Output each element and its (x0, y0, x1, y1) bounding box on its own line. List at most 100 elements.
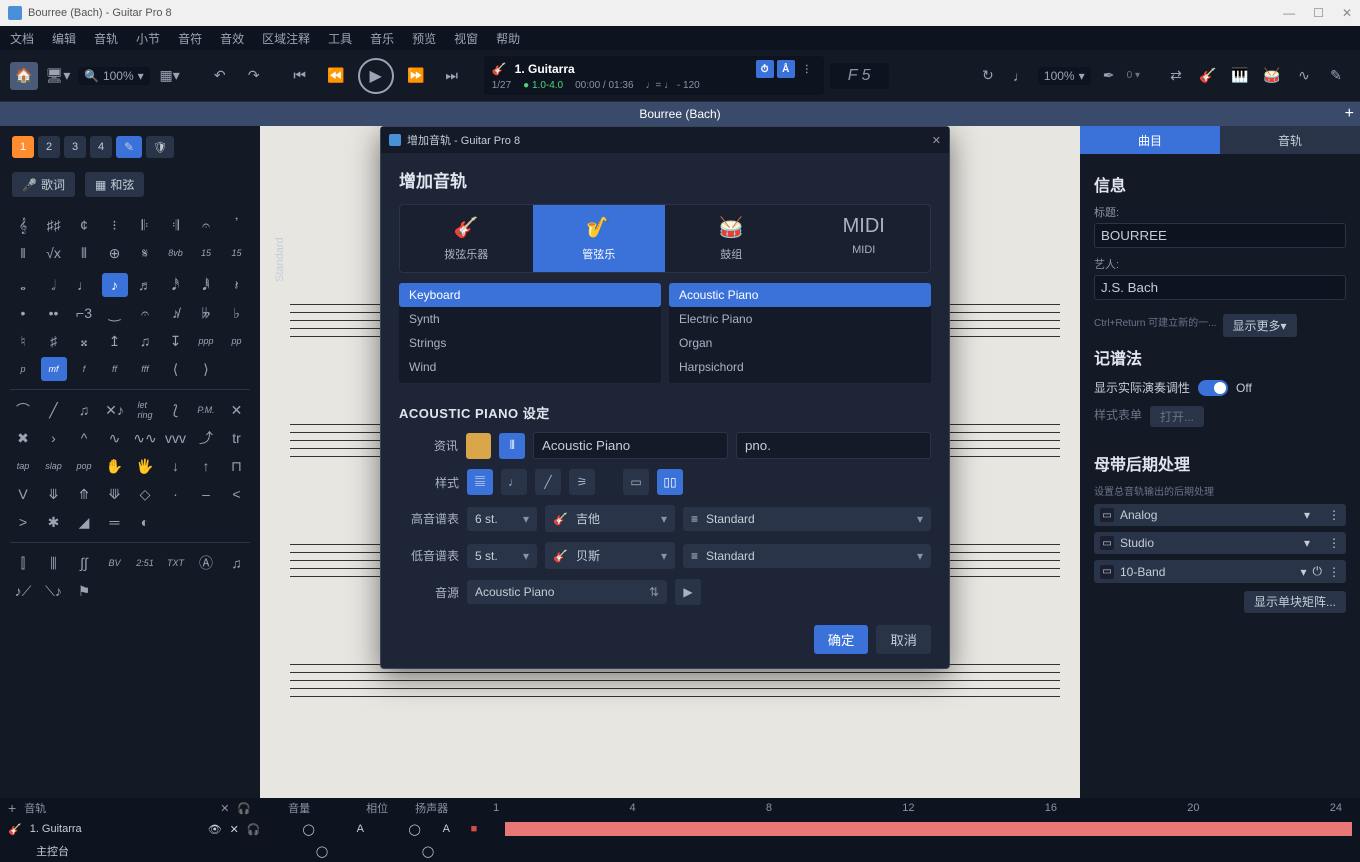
double-flat-icon[interactable]: 𝄫 (193, 301, 219, 325)
tremolo-bar-icon[interactable]: ═ (102, 510, 128, 534)
eighth-note-icon[interactable]: ♪ (102, 273, 128, 297)
txt-icon[interactable]: TXT (163, 551, 189, 575)
arrow-up-icon[interactable]: ↥ (102, 329, 128, 353)
timer-icon[interactable]: ⏱ (756, 60, 774, 78)
arrow-down-icon[interactable]: ↧ (163, 329, 189, 353)
track-name-input[interactable] (533, 432, 728, 459)
sixtyfourth-note-icon[interactable]: 𝅘𝅥𝅱 (193, 273, 219, 297)
style-standard-icon[interactable]: 𝄚 (467, 469, 493, 495)
menu-tools[interactable]: 工具 (328, 30, 352, 47)
whole-note-icon[interactable]: 𝅝 (10, 273, 36, 297)
screen-layout-button[interactable]: 🖥▾ (44, 62, 72, 90)
mode-4[interactable]: 4 (90, 136, 112, 158)
master-row[interactable]: 主控台 ◯ ◯ (0, 840, 1360, 862)
arpeggio-icon[interactable]: ⟅ (163, 398, 189, 422)
solo-icon[interactable]: 🎧 (247, 823, 261, 836)
design-mode-icon[interactable]: ✎ (116, 136, 142, 158)
menu-note[interactable]: 音符 (178, 30, 202, 47)
sharp-icon[interactable]: ♯ (41, 329, 67, 353)
pedal-icon[interactable]: ∫∫ (71, 551, 97, 575)
tap-icon[interactable]: tap (10, 454, 36, 478)
category-list[interactable]: Keyboard Synth Strings Wind (399, 283, 661, 383)
tab-orchestra[interactable]: 🎷管弦乐 (533, 205, 666, 272)
menu-bar[interactable]: 小节 (136, 30, 160, 47)
cat-strings[interactable]: Strings (399, 331, 661, 355)
rest-icon[interactable]: 𝄐 (193, 213, 219, 237)
window-maximize-button[interactable]: ☐ (1313, 6, 1324, 20)
add-tab-button[interactable]: + (1345, 105, 1354, 123)
repeat-close-icon[interactable]: 𝄇 (163, 213, 189, 237)
bend-icon[interactable]: ⤴ (193, 426, 219, 450)
view-grid-button[interactable]: ▦▾ (156, 62, 184, 90)
time-sig-icon[interactable]: ¢ (71, 213, 97, 237)
cresc-icon[interactable]: ⟨ (163, 357, 189, 381)
barre-icon[interactable]: ⫿ (10, 551, 36, 575)
volume-knob[interactable]: ◯ (269, 823, 349, 836)
pop-icon[interactable]: pop (71, 454, 97, 478)
layout-grand-icon[interactable]: ▯▯ (657, 469, 683, 495)
show-matrix-button[interactable]: 显示单块矩阵... (1244, 591, 1346, 613)
metronome-icon[interactable]: Å (777, 60, 795, 78)
menu-view[interactable]: 预览 (412, 30, 436, 47)
track-row-1[interactable]: 🎸 1. Guitarra 👁 ✕ 🎧 ◯ A ◯ A ■ (0, 818, 1360, 840)
brush-down-icon[interactable]: ⤋ (41, 482, 67, 506)
window-minimize-button[interactable]: — (1283, 6, 1295, 20)
fermata-icon[interactable]: 𝄐 (132, 301, 158, 325)
artist-input[interactable] (1094, 275, 1346, 300)
repeat-open-icon[interactable]: 𝄆 (132, 213, 158, 237)
lyrics-button[interactable]: 🎤 歌词 (12, 172, 75, 197)
big-x-icon[interactable]: ✖ (10, 426, 36, 450)
root-icon[interactable]: √x (41, 241, 67, 265)
x-note-icon[interactable]: ✕ (224, 398, 250, 422)
flat-icon[interactable]: ♭ (224, 301, 250, 325)
wah-icon[interactable]: ◐ (132, 510, 158, 534)
chord-letter-icon[interactable]: Ⓐ (193, 551, 219, 575)
menu-effects[interactable]: 音效 (220, 30, 244, 47)
menu-edit[interactable]: 编辑 (52, 30, 76, 47)
menu-sound[interactable]: 音乐 (370, 30, 394, 47)
f-icon[interactable]: f (71, 357, 97, 381)
slap-icon[interactable]: slap (41, 454, 67, 478)
mode-2[interactable]: 2 (38, 136, 60, 158)
rasg-icon[interactable]: ⟱ (102, 482, 128, 506)
chords-button[interactable]: ▦ 和弦 (85, 172, 144, 197)
tab-score-info[interactable]: 曲目 (1080, 126, 1220, 154)
auto-a2-icon[interactable]: A (443, 823, 463, 835)
speed-control[interactable]: 100%▾ (1038, 67, 1091, 85)
ending-1-icon[interactable]: ⊕ (102, 241, 128, 265)
wide-vib-icon[interactable]: ∿∿ (132, 426, 158, 450)
cat-keyboard[interactable]: Keyboard (399, 283, 661, 307)
document-tab[interactable]: Bourree (Bach) (639, 107, 720, 121)
fx-studio[interactable]: ▭Studio▾⋮ (1094, 532, 1346, 554)
mute-all-icon[interactable]: ✕ (220, 802, 229, 815)
half-note-icon[interactable]: 𝅗𝅥 (41, 273, 67, 297)
beam-icon[interactable]: ♫ (132, 329, 158, 353)
rest2-icon[interactable]: 𝄽 (224, 273, 250, 297)
track-timeline[interactable] (505, 822, 1352, 836)
dot-icon[interactable]: • (10, 301, 36, 325)
show-more-button[interactable]: 显示更多▾ (1223, 314, 1297, 337)
brush-up-icon[interactable]: ⤊ (71, 482, 97, 506)
visibility-icon[interactable]: 👁 (208, 823, 222, 836)
beam2-icon[interactable]: ♫ (71, 398, 97, 422)
drum-icon[interactable]: 🥁 (1258, 62, 1286, 90)
double-bar-icon[interactable]: ⦀ (71, 241, 97, 265)
master-volume-knob[interactable]: ◯ (282, 845, 362, 858)
staccato-icon[interactable]: · (163, 482, 189, 506)
inst-harpsichord[interactable]: Harpsichord (669, 355, 931, 379)
cancel-button[interactable]: 取消 (876, 625, 931, 654)
display-tuning-toggle[interactable] (1198, 380, 1228, 396)
rewind-button[interactable]: ⏪ (322, 62, 350, 90)
dialog-close-button[interactable]: ✕ (932, 134, 941, 147)
capo-icon[interactable]: ⫼ (41, 551, 67, 575)
triplet-icon[interactable]: ⁝ (102, 213, 128, 237)
layout-single-icon[interactable]: ▭ (623, 469, 649, 495)
hand-down-icon[interactable]: ✋ (102, 454, 128, 478)
menu-window[interactable]: 视窗 (454, 30, 478, 47)
record-icon[interactable]: ■ (471, 823, 491, 835)
key-sharps-icon[interactable]: ♯♯ (41, 213, 67, 237)
play-button[interactable]: ▶ (358, 58, 394, 94)
slash-icon[interactable]: 𝄒 (224, 213, 250, 237)
heel-icon[interactable]: ◢ (71, 510, 97, 534)
less-icon[interactable]: < (224, 482, 250, 506)
